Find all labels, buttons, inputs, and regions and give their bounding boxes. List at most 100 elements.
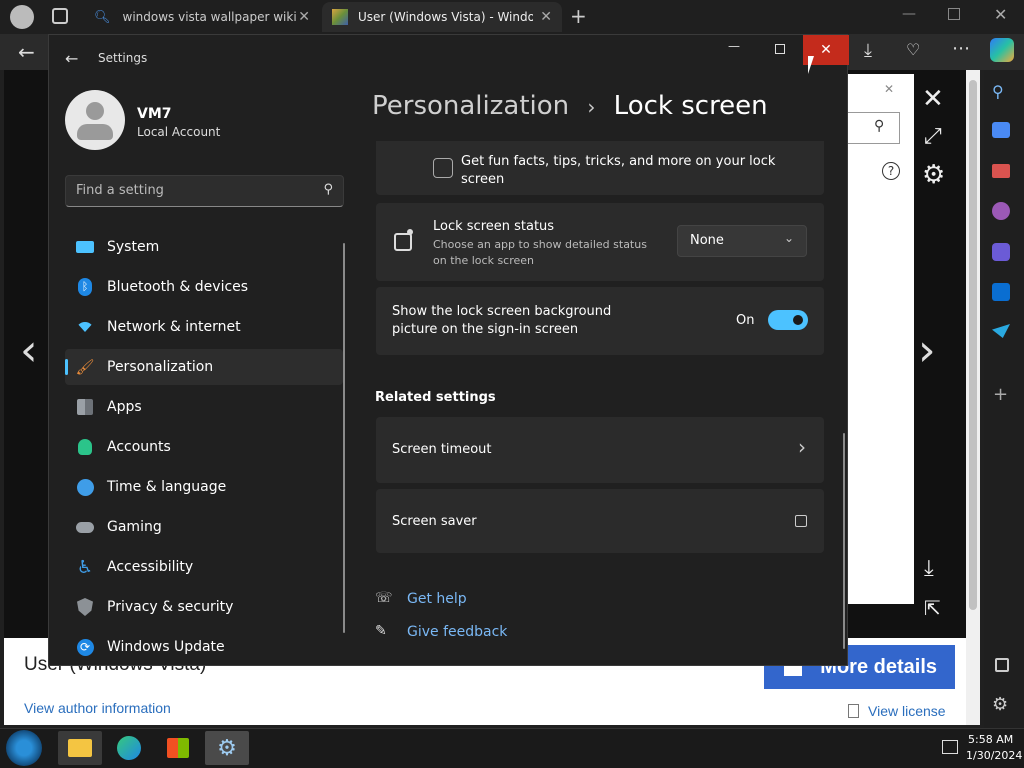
globe-clock-icon	[75, 477, 95, 497]
browser-minimize-button[interactable]: —	[902, 6, 916, 22]
search-placeholder: Find a setting	[76, 183, 164, 198]
search-icon[interactable]: ⚲	[874, 118, 884, 134]
signin-bg-toggle[interactable]	[768, 310, 808, 330]
nav-item-personalization[interactable]: 🖌︎ Personalization	[65, 349, 343, 385]
outlook-icon[interactable]	[992, 283, 1010, 301]
system-icon	[75, 237, 95, 257]
breadcrumb-parent[interactable]: Personalization	[372, 91, 569, 121]
add-icon[interactable]: +	[993, 384, 1008, 405]
prev-arrow-icon[interactable]: ‹	[20, 325, 38, 376]
taskbar-store[interactable]	[156, 731, 200, 765]
maximize-button[interactable]	[775, 44, 785, 54]
search-panel	[848, 74, 914, 604]
health-icon[interactable]: ♡	[906, 40, 920, 59]
download-icon[interactable]: ⤓	[924, 556, 934, 581]
screen-saver-row[interactable]: Screen saver	[376, 489, 824, 553]
nav-item-gaming[interactable]: Gaming	[65, 509, 343, 545]
gear-icon: ⚙	[217, 735, 237, 761]
tab-label: windows vista wallpaper wiki - Se	[122, 10, 298, 24]
give-feedback-link[interactable]: Give feedback	[407, 624, 507, 640]
back-arrow-icon[interactable]: ←	[18, 40, 35, 64]
nav-label: System	[107, 239, 160, 255]
action-center-icon[interactable]	[942, 740, 958, 754]
breadcrumb-separator-icon: ›	[587, 95, 596, 119]
expand-icon[interactable]: ⤢	[924, 124, 942, 149]
gear-icon[interactable]: ⚙	[922, 160, 945, 190]
close-icon[interactable]: ✕	[298, 9, 310, 25]
help-icon[interactable]: ?	[882, 162, 900, 180]
taskbar	[0, 728, 1024, 768]
page-scrollbar-thumb[interactable]	[969, 80, 977, 610]
mouse-cursor-icon	[808, 56, 820, 74]
related-heading: Related settings	[375, 390, 496, 405]
games-icon[interactable]	[992, 202, 1010, 220]
signin-bg-label: Show the lock screen background picture …	[392, 304, 612, 337]
search-icon: 🔍︎	[94, 9, 111, 25]
taskbar-edge[interactable]	[107, 731, 151, 765]
nav-item-windows-update[interactable]: ⟳ Windows Update	[65, 629, 343, 665]
new-tab-button[interactable]: +	[570, 4, 587, 28]
microsoft365-icon[interactable]	[992, 243, 1010, 261]
browser-close-button[interactable]: ✕	[994, 5, 1007, 24]
nav-item-accounts[interactable]: Accounts	[65, 429, 343, 465]
nav-item-privacy[interactable]: Privacy & security	[65, 589, 343, 625]
profile-avatar[interactable]	[10, 5, 34, 29]
bluetooth-icon: ᛒ	[75, 277, 95, 297]
minimize-button[interactable]: —	[719, 39, 749, 61]
nav-item-system[interactable]: System	[65, 229, 343, 265]
license-link[interactable]: View license	[868, 703, 946, 719]
copilot-icon[interactable]	[990, 38, 1014, 62]
back-arrow-icon[interactable]: ←	[65, 49, 78, 68]
tab-actions-icon[interactable]	[52, 8, 68, 24]
author-link[interactable]: View author information	[24, 700, 171, 716]
get-help-link[interactable]: Get help	[407, 591, 467, 607]
nav-item-bluetooth[interactable]: ᛒ Bluetooth & devices	[65, 269, 343, 305]
update-icon: ⟳	[75, 637, 95, 657]
fun-facts-checkbox[interactable]	[433, 158, 453, 178]
browser-restore-button[interactable]	[948, 8, 960, 20]
nav-label: Time & language	[107, 479, 227, 495]
more-options-icon[interactable]: ⋯	[952, 38, 970, 59]
content-scrollbar[interactable]	[843, 433, 845, 649]
start-button[interactable]	[6, 730, 42, 766]
feedback-icon: ✎	[375, 623, 387, 639]
nav-item-accessibility[interactable]: ♿︎ Accessibility	[65, 549, 343, 585]
person-icon	[75, 437, 95, 457]
taskbar-file-explorer[interactable]	[58, 731, 102, 765]
download-icon[interactable]: ⤓	[864, 40, 872, 61]
clock-date[interactable]: 1/30/2024	[966, 749, 1022, 762]
search-icon[interactable]: ⚲	[992, 82, 1004, 101]
close-icon[interactable]: ✕	[884, 82, 894, 96]
lock-status-dropdown[interactable]: None ⌄	[677, 225, 807, 257]
clock-time[interactable]: 5:58 AM	[968, 733, 1013, 746]
fun-facts-label: Get fun facts, tips, tricks, and more on…	[461, 154, 776, 187]
close-icon[interactable]: ✕	[540, 9, 552, 25]
nav-label: Accessibility	[107, 559, 194, 575]
tab-wiki[interactable]: User (Windows Vista) - Windows ✕	[322, 2, 562, 32]
account-type: Local Account	[137, 125, 221, 139]
taskbar-settings[interactable]: ⚙	[205, 731, 249, 765]
close-icon[interactable]: ✕	[922, 84, 944, 114]
shopping-icon[interactable]	[992, 122, 1010, 138]
sidebar-toggle-icon[interactable]	[995, 658, 1009, 672]
settings-search-input[interactable]: Find a setting ⚲	[65, 175, 344, 207]
toggle-knob	[793, 315, 803, 325]
breadcrumb: Personalization › Lock screen	[372, 91, 768, 121]
nav-label: Apps	[107, 399, 142, 415]
chevron-down-icon: ⌄	[783, 231, 794, 245]
nav-scrollbar[interactable]	[343, 243, 345, 633]
brush-icon: 🖌︎	[75, 358, 95, 376]
nav-item-network[interactable]: Network & internet	[65, 309, 343, 345]
gear-icon[interactable]: ⚙	[992, 694, 1008, 715]
tools-icon[interactable]	[992, 164, 1010, 178]
share-icon[interactable]: ⇱	[924, 596, 941, 620]
nav-item-time-language[interactable]: Time & language	[65, 469, 343, 505]
gamepad-icon	[75, 517, 95, 537]
page-title: Lock screen	[613, 91, 768, 121]
tab-search[interactable]: 🔍︎ windows vista wallpaper wiki - Se ✕	[84, 2, 320, 32]
nav-item-apps[interactable]: Apps	[65, 389, 343, 425]
screen-timeout-row[interactable]: Screen timeout ›	[376, 417, 824, 483]
avatar[interactable]	[65, 90, 125, 150]
next-arrow-icon[interactable]: ›	[918, 325, 936, 376]
nav-label: Network & internet	[107, 319, 241, 335]
